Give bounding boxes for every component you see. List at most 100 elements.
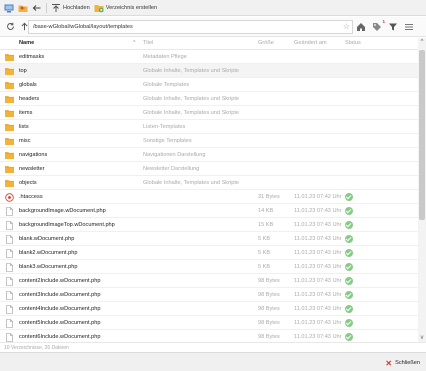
file-row[interactable]: content4Include.wDocument.php 98 Bytes 11.…	[0, 302, 418, 316]
row-size: 98 Bytes	[258, 334, 280, 340]
row-name: backgroundImageTop.wDocument.php	[19, 222, 115, 228]
folder-row[interactable]: headers Globale Inhalte, Templates und Sk…	[0, 92, 418, 106]
status-ok-icon	[345, 305, 353, 313]
file-row[interactable]: blank2.wDocument.php 5 KB 11.01.23 07:43 U…	[0, 246, 418, 260]
column-modified[interactable]: Geändert am	[294, 40, 327, 46]
row-modified: 11.01.23 07:43 Uhr	[294, 222, 342, 228]
file-icon	[5, 277, 14, 286]
folder-row[interactable]: items Globale Inhalte, Templates und Skri…	[0, 106, 418, 120]
row-modified: 11.01.23 07:43 Uhr	[294, 208, 342, 214]
folder-row[interactable]: newsletter Newsletter Darstellung	[0, 162, 418, 176]
home-button[interactable]	[2, 1, 16, 14]
row-modified: 11.01.23 07:43 Uhr	[294, 236, 342, 242]
parent-directory-button[interactable]	[30, 1, 44, 14]
folder-row[interactable]: navigations Navigationen Darstellung	[0, 148, 418, 162]
close-button[interactable]: ✕ Schließen	[385, 357, 420, 369]
row-size: 98 Bytes	[258, 306, 280, 312]
row-modified: 11.01.23 07:43 Uhr	[294, 264, 342, 270]
file-row[interactable]: blank3.wDocument.php 5 KB 11.01.23 07:43 U…	[0, 260, 418, 274]
file-icon	[5, 291, 14, 300]
refresh-button[interactable]	[4, 21, 16, 33]
status-ok-icon	[345, 277, 353, 285]
row-name: headers	[19, 96, 40, 102]
row-modified: 11.01.23 07:43 Uhr	[294, 292, 342, 298]
scrollbar[interactable]: ^ v	[418, 38, 426, 342]
file-icon	[5, 221, 14, 230]
folder-row[interactable]: lists Listen-Templates	[0, 120, 418, 134]
config-file-icon	[5, 193, 14, 202]
folder-icon	[5, 179, 14, 187]
row-name: content3Include.wDocument.php	[19, 292, 101, 298]
notifications-button[interactable]: 1	[371, 19, 385, 33]
computer-icon	[4, 3, 14, 13]
file-icon	[5, 235, 14, 244]
row-name: .htaccess	[19, 194, 43, 200]
column-size[interactable]: Größe	[258, 40, 274, 46]
folder-row[interactable]: top Globale Inhalte, Templates und Skript…	[0, 64, 418, 78]
column-name[interactable]: Name	[19, 40, 34, 46]
list-icon	[405, 24, 413, 30]
create-directory-button[interactable]: Verzeichnis erstellen	[92, 1, 159, 14]
file-row[interactable]: content5Include.wDocument.php 98 Bytes 11.…	[0, 316, 418, 330]
filter-button[interactable]	[387, 21, 399, 33]
row-name: objects	[19, 180, 37, 186]
file-row[interactable]: backgroundImage.wDocument.php 14 KB 11.01.…	[0, 204, 418, 218]
scroll-up-icon[interactable]: ^	[418, 38, 426, 46]
status-ok-icon	[345, 193, 353, 201]
row-modified: 11.01.23 07:43 Uhr	[294, 306, 342, 312]
folder-row[interactable]: misc Sonstige Templates	[0, 134, 418, 148]
file-icon	[5, 319, 14, 328]
folder-row[interactable]: editmasks Metadaten Pflege	[0, 50, 418, 64]
path-text: /base-wGlobal/wGlobal/layout/templates	[33, 24, 133, 30]
file-icon	[5, 263, 14, 272]
home-folder-button[interactable]	[355, 21, 367, 33]
scroll-down-icon[interactable]: v	[418, 334, 426, 342]
file-row[interactable]: blank.wDocument.php 5 KB 11.01.23 07:43 Uh…	[0, 232, 418, 246]
row-size: 5 KB	[258, 250, 271, 256]
row-name: content4Include.wDocument.php	[19, 306, 101, 312]
row-name: top	[19, 68, 27, 74]
row-modified: 11.01.23 07:43 Uhr	[294, 250, 342, 256]
list-view-button[interactable]	[403, 21, 415, 33]
file-row[interactable]: content3Include.wDocument.php 98 Bytes 11.…	[0, 288, 418, 302]
folder-icon	[5, 67, 14, 75]
file-icon	[5, 305, 14, 314]
status-ok-icon	[345, 207, 353, 215]
upload-button[interactable]: Hochladen	[49, 1, 92, 14]
folder-row[interactable]: objects Globale Inhalte, Templates und Sk…	[0, 176, 418, 190]
row-size: 15 KB	[258, 222, 274, 228]
tag-icon	[373, 23, 381, 31]
row-name: blank3.wDocument.php	[19, 264, 78, 270]
toolbar-divider	[46, 2, 47, 13]
notification-badge: 1	[382, 19, 385, 24]
column-title[interactable]: Titel	[143, 40, 153, 46]
status-bar: 10 Verzeichnisse, 26 Dateien	[0, 342, 426, 352]
column-status[interactable]: Status	[345, 40, 361, 46]
file-row[interactable]: backgroundImageTop.wDocument.php 15 KB 11.…	[0, 218, 418, 232]
folder-icon	[5, 81, 14, 89]
status-ok-icon	[345, 249, 353, 257]
row-title: Globale Inhalte, Templates und Skripte	[143, 180, 239, 186]
status-ok-icon	[345, 291, 353, 299]
file-icon	[5, 333, 14, 342]
sort-asc-icon[interactable]: ^	[133, 40, 136, 46]
folder-row[interactable]: globals Globale Templates	[0, 78, 418, 92]
scroll-thumb[interactable]	[419, 50, 425, 220]
row-size: 5 KB	[258, 236, 271, 242]
row-modified: 11.01.23 07:42 Uhr	[294, 194, 342, 200]
file-row[interactable]: content6Include.wDocument.php 98 Bytes 11.…	[0, 330, 418, 342]
star-icon[interactable]: ☆	[343, 22, 350, 31]
dialog-footer: ✕ Schließen	[0, 352, 426, 371]
row-name: content2Include.wDocument.php	[19, 278, 101, 284]
row-modified: 11.01.23 07:43 Uhr	[294, 278, 342, 284]
back-button[interactable]	[16, 1, 30, 14]
folder-icon	[5, 123, 14, 131]
file-row[interactable]: content2Include.wDocument.php 98 Bytes 11.…	[0, 274, 418, 288]
arrow-left-icon	[32, 3, 42, 13]
file-row[interactable]: .htaccess 31 Bytes 11.01.23 07:42 Uhr	[0, 190, 418, 204]
row-size: 98 Bytes	[258, 320, 280, 326]
folder-icon	[5, 165, 14, 173]
status-ok-icon	[345, 319, 353, 327]
path-input[interactable]: /base-wGlobal/wGlobal/layout/templates ☆	[28, 20, 353, 34]
address-actions: 1	[355, 19, 415, 34]
